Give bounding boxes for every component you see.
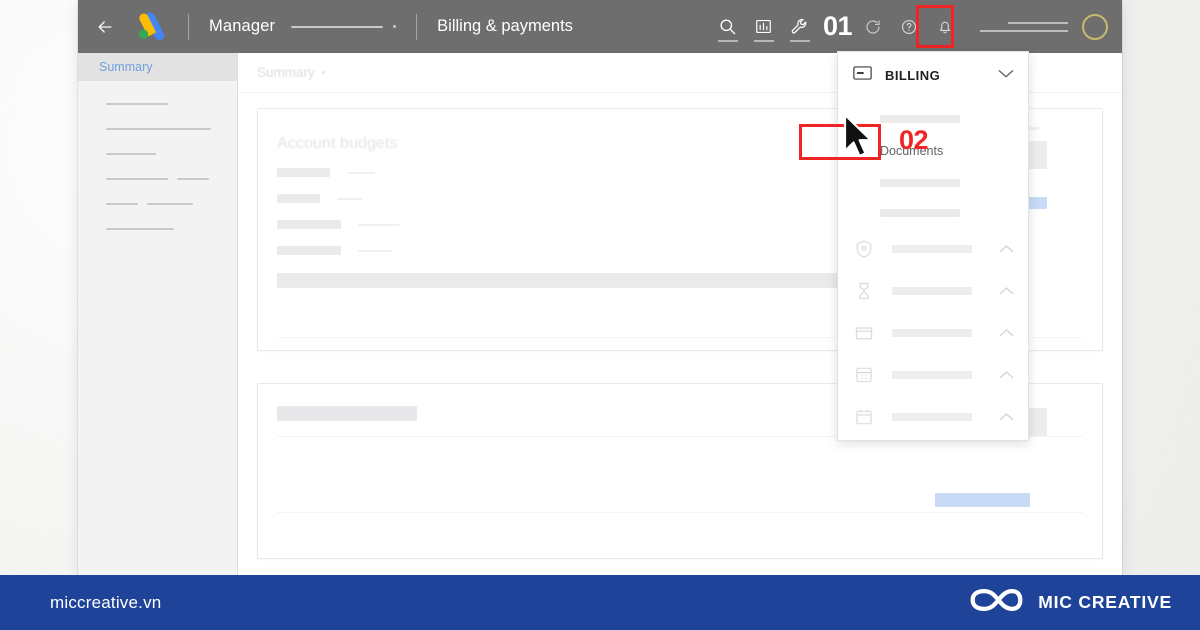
avatar[interactable] [1082,13,1108,40]
notifications-icon[interactable] [928,8,962,46]
header-divider-2 [416,13,418,40]
account-name[interactable]: Manager [209,17,275,36]
search-icon[interactable] [711,8,745,46]
card-divider [277,512,1083,513]
menu-section-label [892,371,972,379]
menu-section-label [892,413,972,421]
payments-account-icon [854,407,874,427]
card-placeholder-title [277,406,417,421]
account-id-placeholder [291,25,384,28]
menu-section-label [892,287,972,295]
account-email-placeholder [980,21,1068,32]
sidebar-placeholder-items [78,81,237,230]
sidebar-placeholder [106,228,174,230]
sidebar-placeholder [106,203,237,205]
header-divider-1 [188,13,189,40]
menu-section[interactable] [838,354,1028,396]
sidebar-item-label: Summary [99,60,153,74]
chevron-down-icon[interactable] [998,66,1014,84]
dropdown-title: BILLING [885,67,941,83]
mouse-pointer [841,113,875,166]
breadcrumb-label: Summary [257,65,315,80]
account-id-dot [393,25,397,28]
billing-summary-icon [854,365,874,385]
reports-icon[interactable] [747,8,781,46]
header-actions: 01 [711,8,1108,46]
chevron-up-icon[interactable] [999,240,1014,258]
sidebar-placeholder [106,178,237,180]
chevron-up-icon[interactable] [999,408,1014,426]
breadcrumb-separator [321,71,325,74]
back-arrow-icon[interactable] [90,12,120,42]
footer-brand: MIC CREATIVE [968,584,1172,621]
chevron-up-icon[interactable] [999,282,1014,300]
chevron-up-icon[interactable] [999,366,1014,384]
tools-icon[interactable] [783,8,817,46]
dropdown-header[interactable]: BILLING [838,52,1028,98]
footer-url: miccreative.vn [50,592,162,612]
settings-icon [854,323,874,343]
app-header: Manager Billing & payments 01 [78,0,1122,53]
step-one-badge: 01 [822,11,853,41]
menu-section[interactable] [838,396,1028,438]
menu-item-placeholder[interactable] [838,198,1028,228]
sidebar-placeholder [106,153,156,155]
footer-bar: miccreative.vn MIC CREATIVE [0,575,1200,630]
page-title: Billing & payments [437,17,573,35]
sidebar-item-summary[interactable]: Summary [78,53,237,81]
step-two-badge: 02 [899,125,929,155]
sidebar-placeholder [106,128,211,130]
sidebar: Summary [78,53,238,575]
refresh-icon[interactable] [856,8,890,46]
menu-footer-placeholder [854,444,1014,446]
menu-section-label [892,245,972,253]
promotion-icon [854,239,874,259]
chevron-up-icon[interactable] [999,324,1014,342]
help-icon[interactable] [892,8,926,46]
sidebar-placeholder [106,103,168,105]
menu-section[interactable] [838,312,1028,354]
menu-section[interactable] [838,270,1028,312]
menu-section-label [892,329,972,337]
tools-billing-dropdown: BILLING Documents [837,51,1029,446]
table-row-highlighted [277,273,850,288]
mic-creative-infinity-logo [968,584,1024,621]
card-right-action[interactable] [935,493,1030,507]
google-ads-logo[interactable] [134,12,168,42]
google-ads-window: Manager Billing & payments 01 Summary Su… [78,0,1122,575]
transactions-icon [854,281,874,301]
menu-item-placeholder[interactable] [838,168,1028,198]
footer-brand-name: MIC CREATIVE [1038,592,1172,612]
menu-section[interactable] [838,228,1028,270]
billing-card-icon [853,65,872,85]
